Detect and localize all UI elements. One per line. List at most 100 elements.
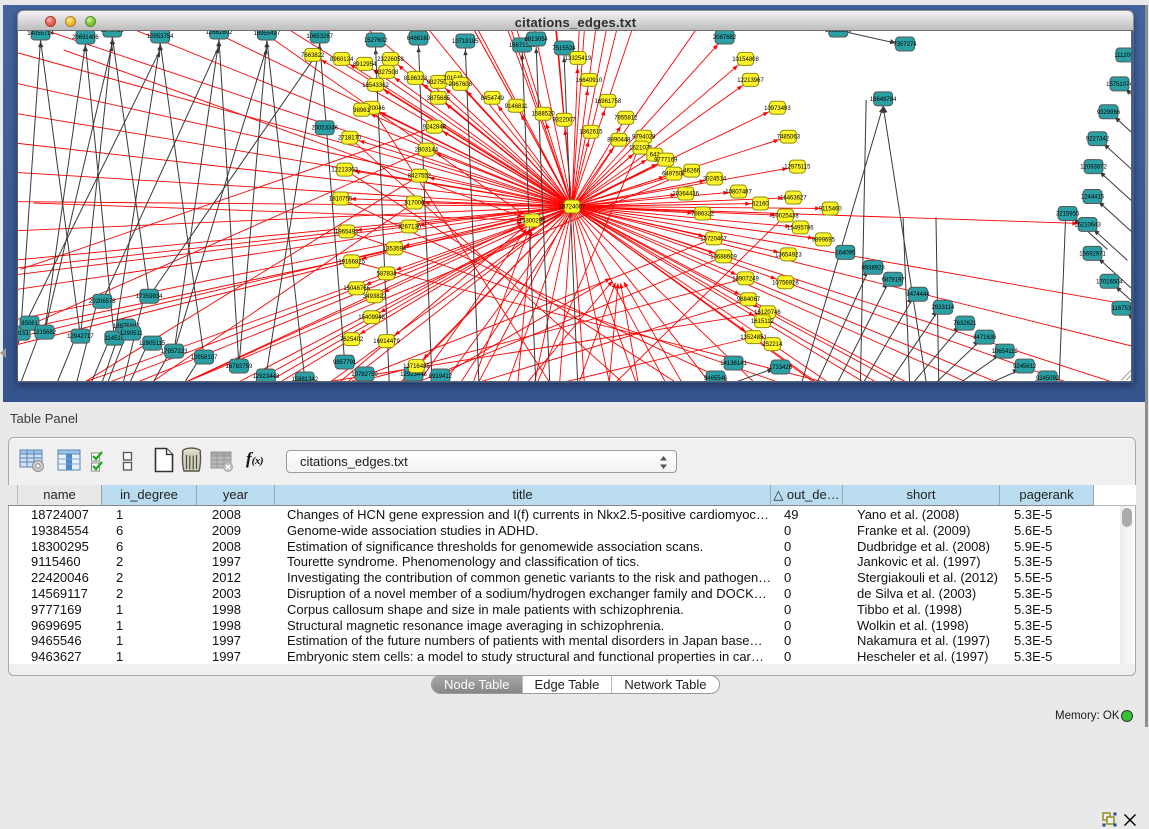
svg-text:12942717: 12942717 — [67, 334, 94, 340]
svg-text:7625402: 7625402 — [340, 337, 364, 343]
svg-text:12213967: 12213967 — [737, 78, 764, 84]
svg-text:10782759: 10782759 — [351, 372, 378, 378]
svg-text:3024514: 3024514 — [703, 177, 727, 183]
svg-text:10654112: 10654112 — [992, 349, 1019, 355]
svg-text:587834: 587834 — [377, 271, 398, 277]
svg-text:9227342: 9227342 — [1086, 137, 1110, 143]
svg-text:20364436: 20364436 — [672, 192, 699, 198]
svg-text:12661602: 12661602 — [206, 31, 233, 36]
svg-text:16914479: 16914479 — [373, 339, 400, 345]
svg-text:14136141: 14136141 — [720, 361, 747, 367]
svg-text:3875685: 3875685 — [427, 96, 451, 102]
svg-text:9899695: 9899695 — [812, 237, 836, 243]
svg-text:10953754: 10953754 — [147, 34, 174, 40]
svg-text:9242848: 9242848 — [423, 125, 447, 131]
svg-text:12905115: 12905115 — [139, 341, 166, 347]
svg-text:39151: 39151 — [17, 331, 30, 337]
svg-text:10807487: 10807487 — [725, 190, 752, 196]
svg-text:16961758: 16961758 — [595, 99, 622, 105]
svg-text:7485063: 7485063 — [777, 135, 801, 141]
svg-text:9327508: 9327508 — [375, 70, 399, 76]
svg-text:18907249: 18907249 — [732, 276, 759, 282]
svg-text:15409948: 15409948 — [358, 315, 385, 321]
svg-text:8186323: 8186323 — [404, 76, 428, 82]
svg-text:17957223: 17957223 — [161, 349, 188, 355]
svg-text:2803144: 2803144 — [415, 148, 439, 154]
svg-text:1615112: 1615112 — [751, 319, 774, 325]
svg-text:14055714: 14055714 — [27, 31, 54, 37]
svg-text:10756928: 10756928 — [772, 280, 799, 286]
svg-text:8990448: 8990448 — [607, 138, 631, 144]
svg-text:1733426: 1733426 — [769, 365, 793, 371]
svg-text:1290511: 1290511 — [120, 331, 143, 337]
svg-text:9329966: 9329966 — [1097, 110, 1121, 116]
svg-text:15300295: 15300295 — [519, 218, 546, 224]
svg-text:13524851: 13524851 — [740, 335, 767, 341]
svg-text:8427552: 8427552 — [408, 174, 432, 180]
svg-text:7663822: 7663822 — [301, 53, 325, 59]
svg-text:12093872: 12093872 — [1080, 165, 1107, 171]
svg-text:7955812: 7955812 — [614, 116, 638, 122]
svg-text:23226058: 23226058 — [377, 57, 404, 63]
svg-text:6879197: 6879197 — [881, 277, 905, 283]
svg-text:62160: 62160 — [752, 202, 769, 208]
svg-text:9777169: 9777169 — [654, 158, 678, 164]
svg-text:9322007: 9322007 — [552, 118, 576, 124]
svg-text:10719185: 10719185 — [452, 39, 479, 45]
svg-text:20053346: 20053346 — [311, 126, 338, 132]
svg-text:8940755: 8940755 — [101, 31, 125, 34]
svg-text:12923448: 12923448 — [253, 374, 280, 380]
svg-text:9474444: 9474444 — [906, 292, 930, 298]
svg-text:8919412: 8919412 — [429, 374, 453, 380]
svg-text:164095: 164095 — [835, 250, 856, 256]
svg-text:16782759: 16782759 — [226, 364, 253, 370]
svg-text:16033809: 16033809 — [825, 31, 852, 34]
svg-text:16640910: 16640910 — [576, 78, 603, 84]
svg-text:17359934: 17359934 — [136, 294, 163, 300]
svg-text:1112096: 1112096 — [1114, 53, 1132, 59]
svg-text:9684067: 9684067 — [737, 297, 761, 303]
svg-text:10653267: 10653267 — [306, 34, 333, 40]
svg-text:15692971: 15692971 — [1079, 251, 1106, 257]
svg-text:2967608: 2967608 — [449, 82, 473, 88]
svg-text:46266: 46266 — [683, 169, 700, 175]
svg-text:8960124: 8960124 — [330, 57, 354, 63]
svg-text:9245612: 9245612 — [1013, 364, 1037, 370]
svg-text:1244415: 1244415 — [1081, 195, 1105, 201]
svg-text:16648784: 16648784 — [870, 97, 897, 103]
svg-text:15495786: 15495786 — [787, 225, 814, 231]
svg-text:17016504: 17016504 — [1096, 279, 1123, 285]
svg-text:20691406: 20691406 — [72, 35, 99, 41]
svg-text:9146811: 9146811 — [505, 104, 528, 110]
svg-text:1965493: 1965493 — [335, 229, 359, 235]
svg-text:9245092: 9245092 — [1036, 376, 1060, 382]
svg-text:2933114: 2933114 — [932, 305, 955, 311]
svg-text:817006: 817006 — [404, 201, 425, 207]
svg-text:10958107: 10958107 — [191, 355, 218, 361]
svg-text:1215682: 1215682 — [33, 330, 57, 336]
svg-text:2087682: 2087682 — [713, 35, 737, 41]
svg-text:7986322: 7986322 — [691, 211, 715, 217]
svg-text:10025438: 10025438 — [772, 213, 799, 219]
svg-text:9857791: 9857791 — [333, 360, 357, 366]
svg-text:15881342: 15881342 — [291, 377, 318, 382]
svg-text:18724007: 18724007 — [559, 204, 586, 210]
svg-text:15751074: 15751074 — [1106, 82, 1132, 88]
svg-text:6466160: 6466160 — [407, 36, 431, 42]
svg-text:1527602: 1527602 — [364, 38, 388, 44]
svg-text:13654923: 13654923 — [775, 252, 802, 258]
svg-text:16463627: 16463627 — [780, 196, 807, 202]
svg-text:20206578: 20206578 — [89, 299, 116, 305]
svg-text:8912954: 8912954 — [353, 62, 377, 68]
svg-text:9465546: 9465546 — [704, 376, 728, 382]
svg-text:1353594: 1353594 — [383, 246, 407, 252]
svg-text:12213303: 12213303 — [331, 168, 358, 174]
svg-text:9794028: 9794028 — [632, 135, 656, 141]
svg-text:12975115: 12975115 — [784, 165, 811, 171]
svg-text:13325419: 13325419 — [565, 56, 592, 62]
svg-text:15720407: 15720407 — [700, 236, 727, 242]
svg-text:7357274: 7357274 — [893, 42, 917, 48]
svg-text:10973493: 10973493 — [764, 106, 791, 112]
svg-text:8938923: 8938923 — [862, 265, 886, 271]
svg-text:9115460: 9115460 — [819, 206, 842, 212]
